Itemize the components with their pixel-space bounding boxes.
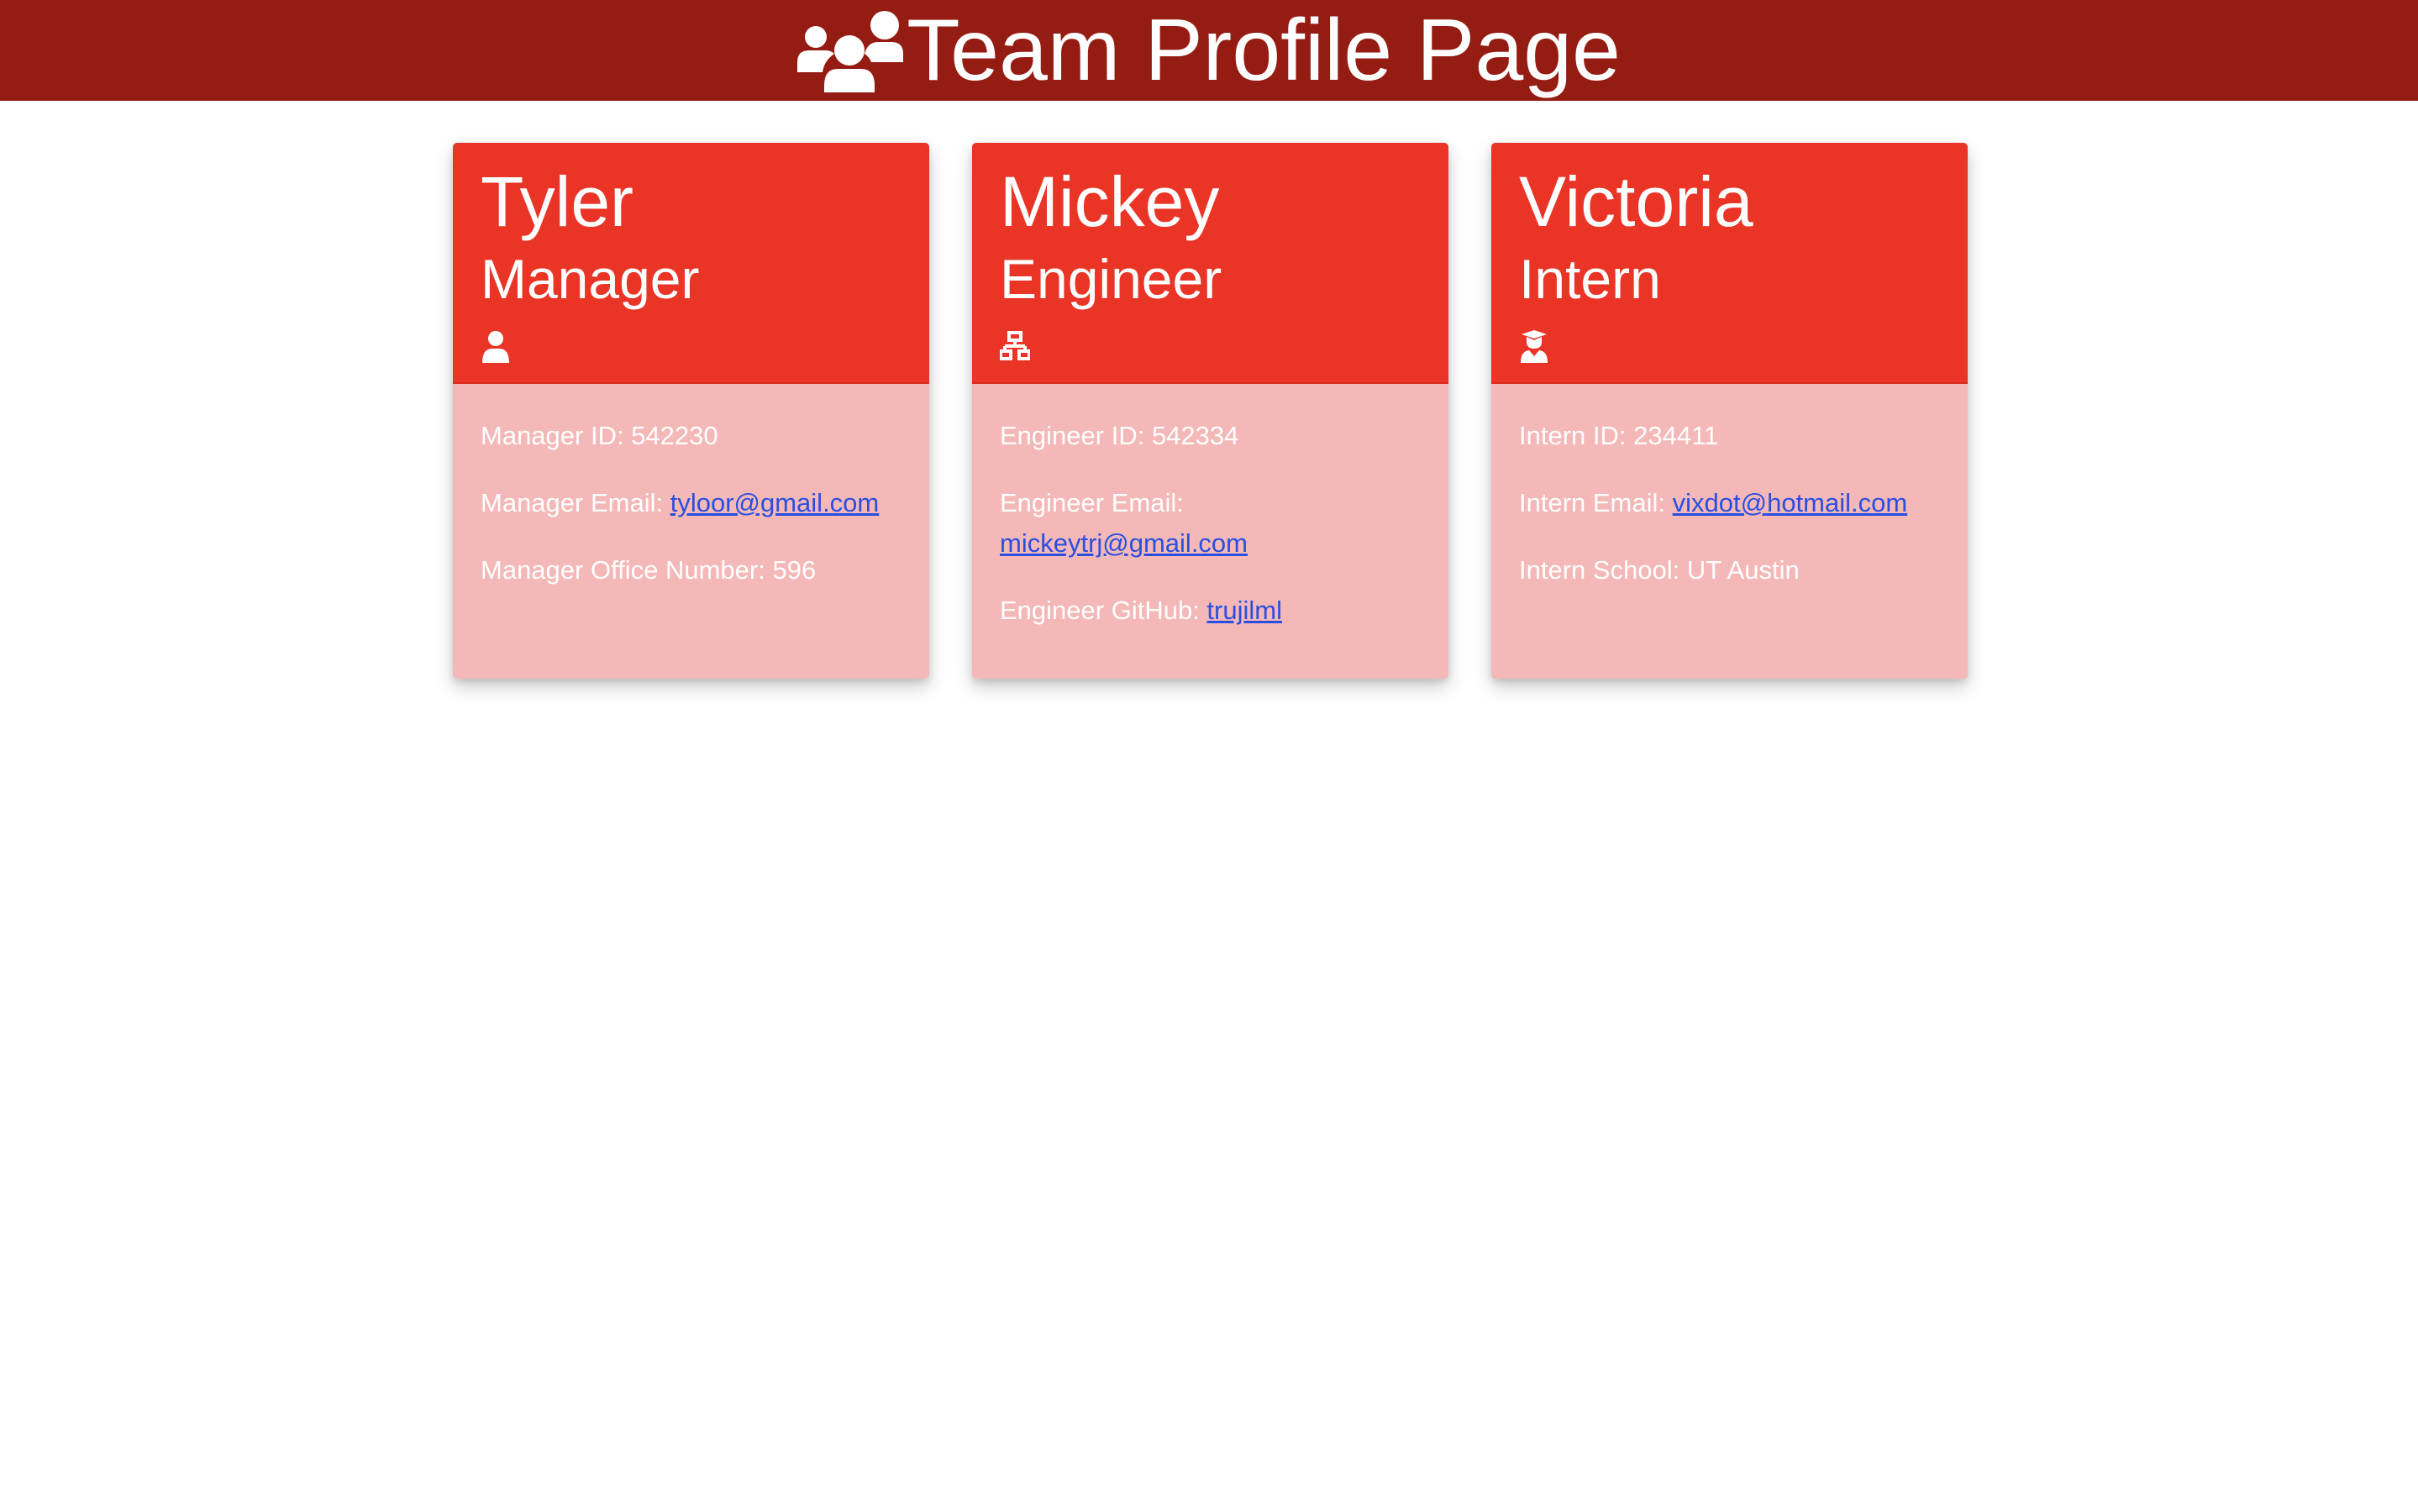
employee-name: Mickey — [1000, 162, 1220, 241]
graduate-icon — [1519, 329, 1549, 363]
page: Team Profile Page Tyler Manager Manager … — [0, 0, 2418, 1512]
employee-name: Victoria — [1519, 162, 1753, 241]
field-label: Intern School: — [1519, 555, 1687, 585]
employee-card-intern: Victoria Intern Intern ID: 234411 Intern… — [1491, 143, 1968, 679]
email-link[interactable]: tyloor@gmail.com — [670, 488, 880, 517]
email-link[interactable]: vixdot@hotmail.com — [1673, 488, 1908, 517]
employee-card-manager: Tyler Manager Manager ID: 542230 Manager… — [453, 143, 929, 679]
sitemap-icon — [1000, 329, 1030, 363]
id-value: 542334 — [1151, 421, 1239, 450]
school-value: UT Austin — [1686, 555, 1800, 585]
employee-email: Intern Email: vixdot@hotmail.com — [1519, 483, 1940, 523]
employee-github: Engineer GitHub: trujilml — [1000, 591, 1421, 631]
header-content: Team Profile Page — [797, 0, 1621, 101]
field-label: Engineer Email: — [1000, 488, 1184, 517]
employee-school: Intern School: UT Austin — [1519, 550, 1940, 591]
field-label: Manager Office Number: — [481, 555, 773, 585]
users-icon — [797, 8, 907, 92]
employee-email: Manager Email: tyloor@gmail.com — [481, 483, 901, 523]
card-body: Engineer ID: 542334 Engineer Email: mick… — [972, 382, 1448, 631]
id-value: 542230 — [631, 421, 718, 450]
github-link[interactable]: trujilml — [1206, 596, 1282, 625]
card-body: Intern ID: 234411 Intern Email: vixdot@h… — [1491, 382, 1968, 591]
page-header: Team Profile Page — [0, 0, 2418, 101]
page-title: Team Profile Page — [907, 2, 1621, 99]
card-header: Victoria Intern — [1491, 143, 1968, 382]
email-link[interactable]: mickeytrj@gmail.com — [1000, 528, 1248, 558]
employee-id: Manager ID: 542230 — [481, 416, 901, 456]
employee-role: Intern — [1519, 248, 1661, 310]
card-header: Tyler Manager — [453, 143, 929, 382]
employee-id: Engineer ID: 542334 — [1000, 416, 1421, 456]
employee-email: Engineer Email: mickeytrj@gmail.com — [1000, 483, 1421, 564]
field-label: Engineer ID: — [1000, 421, 1152, 450]
field-label: Manager ID: — [481, 421, 632, 450]
employee-name: Tyler — [481, 162, 634, 241]
card-header: Mickey Engineer — [972, 143, 1448, 382]
card-body: Manager ID: 542230 Manager Email: tyloor… — [453, 382, 929, 591]
employee-id: Intern ID: 234411 — [1519, 416, 1940, 456]
field-label: Engineer GitHub: — [1000, 596, 1207, 625]
id-value: 234411 — [1633, 421, 1719, 450]
user-icon — [481, 329, 511, 363]
employee-role: Engineer — [1000, 248, 1222, 310]
field-label: Manager Email: — [481, 488, 670, 517]
employee-role: Manager — [481, 248, 700, 310]
employee-card-engineer: Mickey Engineer Engineer ID: 542334 Engi… — [972, 143, 1448, 679]
team-cards: Tyler Manager Manager ID: 542230 Manager… — [453, 143, 1968, 679]
field-label: Intern Email: — [1519, 488, 1673, 517]
field-label: Intern ID: — [1519, 421, 1634, 450]
office-number-value: 596 — [772, 555, 817, 585]
employee-office-number: Manager Office Number: 596 — [481, 550, 901, 591]
